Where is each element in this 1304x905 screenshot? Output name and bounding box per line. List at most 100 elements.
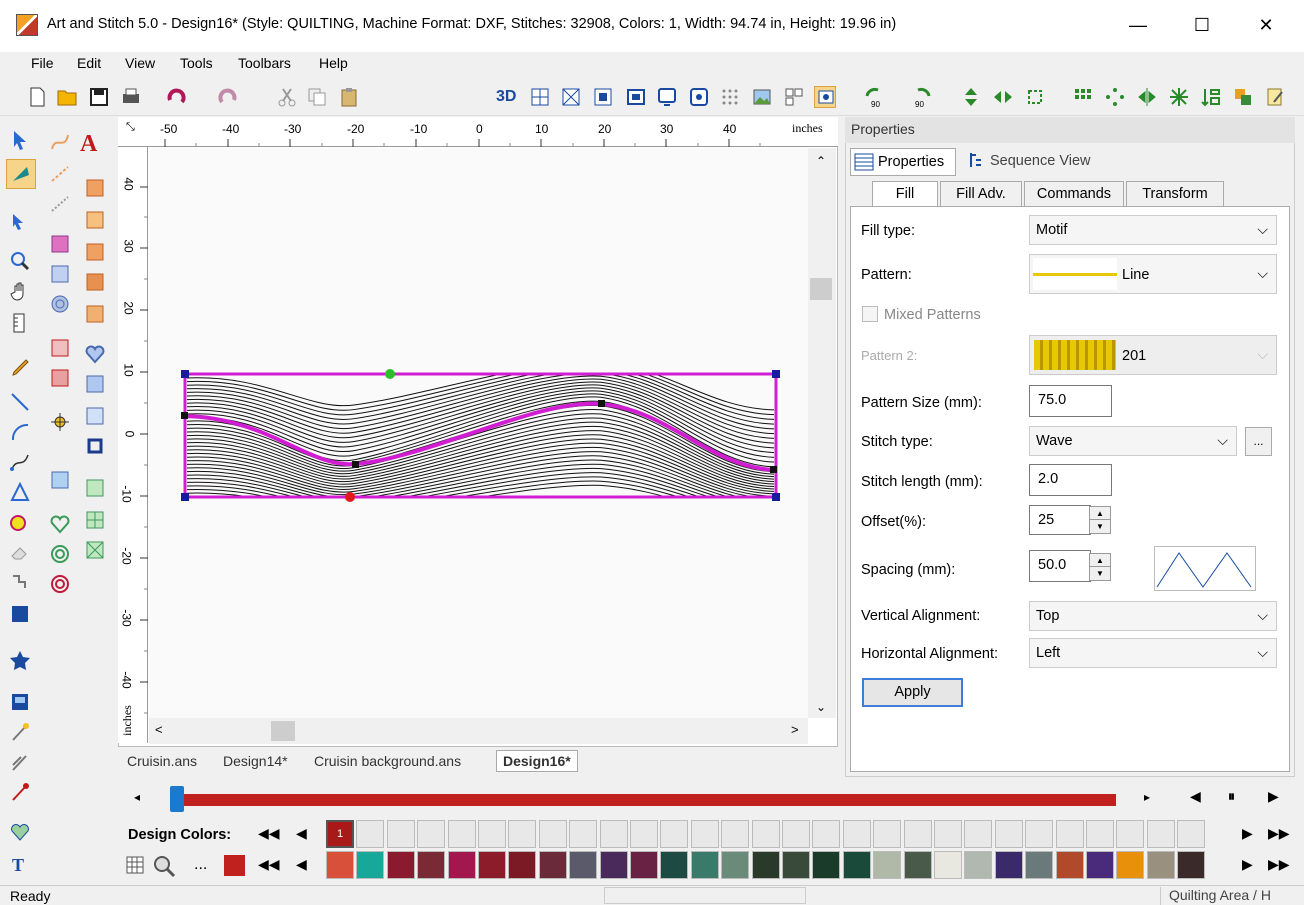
next-color-icon[interactable]: ▶	[1242, 825, 1253, 842]
select-arrow-icon[interactable]	[9, 129, 35, 155]
offset-spinner[interactable]: ▲ ▼	[1089, 506, 1111, 534]
target-icon[interactable]	[49, 411, 75, 437]
end-point-marker[interactable]	[345, 492, 355, 502]
pan-hand-icon[interactable]	[9, 280, 35, 306]
stitch-type-options-button[interactable]: ...	[1245, 427, 1272, 456]
satin-fill-icon[interactable]	[49, 233, 75, 259]
running-stitch-icon[interactable]	[49, 163, 75, 189]
minimize-button[interactable]: —	[1118, 10, 1158, 40]
thread-color-swatch[interactable]	[812, 851, 841, 879]
scroll-up-icon[interactable]: ⌃	[816, 154, 826, 168]
print-icon[interactable]	[120, 86, 142, 108]
mixed-patterns-checkbox[interactable]	[862, 306, 878, 322]
zigzag-icon[interactable]	[84, 477, 110, 503]
first-color-icon[interactable]: ◀◀	[258, 825, 280, 842]
step-back-icon[interactable]: ◂	[134, 790, 140, 804]
palette-last-icon[interactable]: ▶▶	[1268, 856, 1290, 873]
quilt-design[interactable]	[149, 148, 809, 718]
grid-stitch-icon[interactable]	[84, 509, 110, 535]
align-center-icon[interactable]	[1024, 86, 1046, 108]
horizontal-alignment-select[interactable]: Left ⌵	[1029, 638, 1277, 668]
color-slot[interactable]	[690, 820, 719, 848]
tab-design14[interactable]: Design14*	[223, 753, 288, 769]
color-slot[interactable]	[782, 820, 810, 848]
last-color-icon[interactable]: ▶▶	[1268, 825, 1290, 842]
close-button[interactable]: ✕	[1246, 10, 1286, 40]
thread-color-swatch[interactable]	[751, 851, 780, 879]
fill-square-icon[interactable]	[9, 603, 35, 629]
tab-properties[interactable]: Properties	[850, 148, 956, 176]
palette-prev-icon[interactable]: ◀	[296, 856, 307, 873]
undo-icon[interactable]	[166, 86, 188, 108]
bean-stitch-icon[interactable]	[49, 193, 75, 219]
pattern-select[interactable]: Line ⌵	[1029, 254, 1277, 294]
node-edit-icon[interactable]	[9, 211, 35, 237]
spin-up-icon[interactable]: ▲	[1090, 554, 1110, 567]
color-slot[interactable]	[1025, 820, 1054, 848]
background-image-icon[interactable]	[751, 86, 773, 108]
thread-color-swatch[interactable]	[1146, 851, 1175, 879]
color-slot[interactable]	[994, 820, 1023, 848]
color-slot[interactable]	[417, 820, 446, 848]
tatami-fill-icon[interactable]	[49, 263, 75, 289]
redo-icon[interactable]	[216, 86, 238, 108]
thread-color-swatch[interactable]	[842, 851, 871, 879]
curve-tool-icon[interactable]	[49, 131, 75, 157]
thread-color-swatch[interactable]	[508, 851, 537, 879]
stipple-icon[interactable]	[84, 373, 110, 399]
stitch-type-select[interactable]: Wave ⌵	[1029, 426, 1237, 456]
color-sort-icon[interactable]	[1232, 86, 1254, 108]
flip-horizontal-icon[interactable]	[992, 86, 1014, 108]
view-3d-icon[interactable]: 3D	[496, 86, 518, 108]
play-backward-icon[interactable]: ◀	[1190, 788, 1201, 805]
thread-color-swatch[interactable]	[356, 851, 385, 879]
thread-color-swatch[interactable]	[721, 851, 750, 879]
color-slot[interactable]	[903, 820, 932, 848]
spin-down-icon[interactable]: ▼	[1090, 520, 1110, 533]
palette-icon[interactable]	[126, 856, 144, 877]
stamp-icon[interactable]	[49, 337, 75, 363]
eraser-icon[interactable]	[9, 541, 35, 567]
spiral-fill-icon[interactable]	[49, 293, 75, 319]
thread-color-swatch[interactable]	[569, 851, 598, 879]
color-slot[interactable]	[569, 820, 598, 848]
sort-icon[interactable]	[1200, 86, 1222, 108]
heart-badge-icon[interactable]	[9, 821, 35, 847]
thread-color-swatch[interactable]	[447, 851, 476, 879]
thread-color-swatch[interactable]	[1116, 851, 1145, 879]
menu-help[interactable]: Help	[319, 55, 348, 71]
thread-color-swatch[interactable]	[873, 851, 902, 879]
scroll-right-icon[interactable]: >	[791, 722, 799, 737]
triangle-shape-icon[interactable]	[9, 481, 35, 507]
thread-color-swatch[interactable]	[386, 851, 415, 879]
copy-icon[interactable]	[306, 86, 328, 108]
color-slot[interactable]	[751, 820, 780, 848]
thread-color-swatch[interactable]	[599, 851, 628, 879]
applique-icon[interactable]	[84, 435, 110, 461]
measure-icon[interactable]	[9, 312, 35, 338]
scroll-left-icon[interactable]: <	[155, 722, 163, 737]
color-slot[interactable]	[630, 820, 658, 848]
monitor-icon[interactable]	[656, 86, 678, 108]
horizontal-scroll-thumb[interactable]	[271, 721, 295, 741]
heart-fill-icon[interactable]	[84, 343, 110, 369]
rotate-left-90-icon[interactable]: 90	[862, 86, 884, 108]
prev-color-icon[interactable]: ◀	[296, 825, 307, 842]
arc-icon[interactable]	[9, 421, 35, 447]
color-slot[interactable]	[508, 820, 537, 848]
color-slot[interactable]	[1086, 820, 1114, 848]
new-file-icon[interactable]	[26, 86, 48, 108]
menu-view[interactable]: View	[125, 55, 155, 71]
stitch-magic-icon[interactable]	[9, 781, 35, 807]
gradient-fill-icon[interactable]	[84, 209, 110, 235]
lettering-icon[interactable]: A	[80, 131, 97, 158]
color-slot[interactable]	[538, 820, 567, 848]
kaleidoscope-icon[interactable]	[1168, 86, 1190, 108]
color-slot[interactable]	[599, 820, 628, 848]
vertical-alignment-select[interactable]: Top ⌵	[1029, 601, 1277, 631]
image-icon[interactable]	[9, 691, 35, 717]
color-slot[interactable]	[356, 820, 385, 848]
pencil-icon[interactable]	[9, 357, 35, 383]
thread-color-swatch[interactable]	[994, 851, 1023, 879]
thread-search-icon[interactable]	[152, 854, 176, 881]
